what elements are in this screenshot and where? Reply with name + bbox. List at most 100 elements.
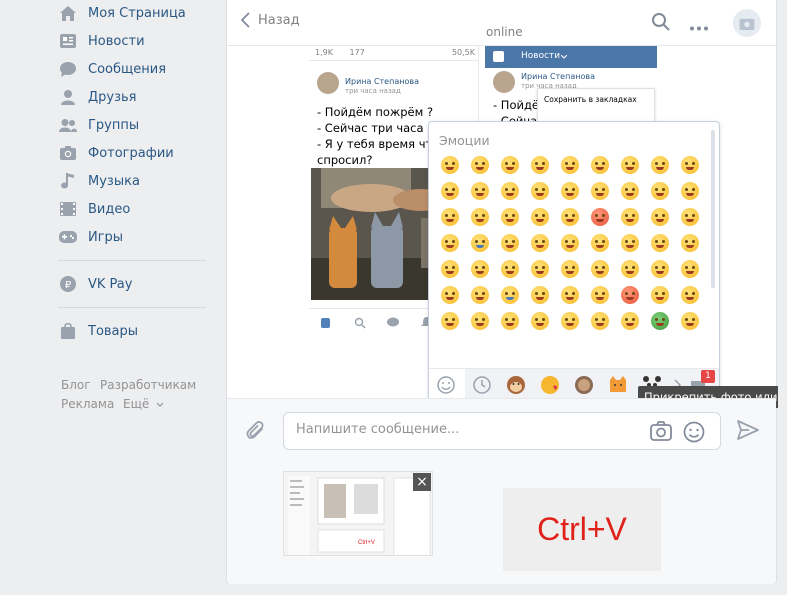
emoji-button[interactable] xyxy=(675,152,705,178)
emoji-button[interactable] xyxy=(495,204,525,230)
sidebar-item-photos[interactable]: Фотографии xyxy=(58,139,174,167)
views-count: 50,5K xyxy=(451,48,475,57)
emoji-button[interactable] xyxy=(495,178,525,204)
emoji-button[interactable] xyxy=(645,178,675,204)
send-icon[interactable] xyxy=(737,420,759,444)
emoji-button[interactable] xyxy=(435,152,465,178)
emoji-button[interactable] xyxy=(525,282,555,308)
sticker-pack-cat[interactable] xyxy=(607,374,629,396)
emoji-button[interactable] xyxy=(435,282,465,308)
emoji-scrollbar[interactable] xyxy=(711,130,715,288)
emoji-button[interactable] xyxy=(615,282,645,308)
sidebar-item-goods[interactable]: Товары xyxy=(58,317,138,345)
message-input-box[interactable] xyxy=(283,412,721,450)
emoji-button[interactable] xyxy=(615,308,645,334)
emoji-button[interactable] xyxy=(465,256,495,282)
emoji-button[interactable] xyxy=(525,256,555,282)
emoji-button[interactable] xyxy=(555,230,585,256)
emoji-button[interactable] xyxy=(435,178,465,204)
search-icon[interactable] xyxy=(651,12,671,36)
emoji-button[interactable] xyxy=(675,230,705,256)
footer-link-developers[interactable]: Разработчикам xyxy=(100,378,196,392)
message-input[interactable] xyxy=(296,422,636,437)
chat-avatar[interactable] xyxy=(733,9,761,37)
emoji-button[interactable] xyxy=(495,256,525,282)
emoji-button[interactable] xyxy=(465,178,495,204)
emoji-button[interactable] xyxy=(465,152,495,178)
emoji-button[interactable] xyxy=(465,308,495,334)
emoji-button[interactable] xyxy=(615,204,645,230)
sidebar-item-vk-pay[interactable]: ₽ VK Pay xyxy=(58,270,132,298)
emoji-button[interactable] xyxy=(555,178,585,204)
footer-link-more[interactable]: Ещё xyxy=(123,397,164,411)
emoji-button[interactable] xyxy=(645,152,675,178)
emoji-tab-smiles[interactable] xyxy=(429,369,465,401)
emoji-button[interactable] xyxy=(585,256,615,282)
emoji-button[interactable] xyxy=(555,282,585,308)
emoji-button[interactable] xyxy=(525,308,555,334)
emoji-button[interactable] xyxy=(615,256,645,282)
emoji-button[interactable] xyxy=(585,230,615,256)
emoji-button[interactable] xyxy=(435,308,465,334)
sidebar-item-games[interactable]: Игры xyxy=(58,223,123,251)
emoji-picker[interactable]: Эмоции 1 xyxy=(428,121,720,401)
sidebar-item-my-page[interactable]: Моя Страница xyxy=(58,0,186,27)
footer-link-blog[interactable]: Блог xyxy=(61,378,91,392)
emoji-button[interactable] xyxy=(675,282,705,308)
sticker-pack-monkey[interactable] xyxy=(505,374,527,396)
emoji-button[interactable] xyxy=(555,152,585,178)
sidebar-item-news[interactable]: Новости xyxy=(58,27,145,55)
emoji-button[interactable] xyxy=(585,308,615,334)
sidebar-item-groups[interactable]: Группы xyxy=(58,111,139,139)
sticker-pack-kiss[interactable] xyxy=(539,374,561,396)
emoji-button[interactable] xyxy=(645,230,675,256)
emoji-button[interactable] xyxy=(525,204,555,230)
emoji-button[interactable] xyxy=(495,230,525,256)
sidebar-item-friends[interactable]: Друзья xyxy=(58,83,137,111)
emoji-button[interactable] xyxy=(465,230,495,256)
emoji-button[interactable] xyxy=(495,282,525,308)
emoji-button[interactable] xyxy=(555,256,585,282)
more-dots-icon[interactable] xyxy=(689,20,709,35)
emoji-button[interactable] xyxy=(615,230,645,256)
footer-link-ads[interactable]: Реклама xyxy=(61,397,114,411)
emoji-button[interactable] xyxy=(615,178,645,204)
emoji-button[interactable] xyxy=(525,178,555,204)
emoji-button[interactable] xyxy=(555,204,585,230)
emoji-tab-recent[interactable] xyxy=(471,374,493,396)
emoji-button[interactable] xyxy=(675,308,705,334)
emoji-button[interactable] xyxy=(435,256,465,282)
emoji-button[interactable] xyxy=(585,178,615,204)
camera-icon[interactable] xyxy=(650,421,672,445)
emoji-button[interactable] xyxy=(585,282,615,308)
emoji-button[interactable] xyxy=(675,204,705,230)
emoji-button[interactable] xyxy=(615,152,645,178)
emoji-button[interactable] xyxy=(495,308,525,334)
paperclip-icon[interactable] xyxy=(245,420,267,446)
emoji-face-icon xyxy=(531,260,549,278)
emoji-button[interactable] xyxy=(645,308,675,334)
emoji-button[interactable] xyxy=(675,256,705,282)
emoji-button[interactable] xyxy=(645,282,675,308)
emoji-button[interactable] xyxy=(675,178,705,204)
emoji-button[interactable] xyxy=(585,204,615,230)
sidebar-item-messages[interactable]: Сообщения xyxy=(58,55,166,83)
emoji-button[interactable] xyxy=(465,204,495,230)
emoji-button[interactable] xyxy=(435,230,465,256)
emoji-button[interactable] xyxy=(435,204,465,230)
back-button[interactable]: Назад xyxy=(241,12,300,28)
sidebar-item-music[interactable]: Музыка xyxy=(58,167,140,195)
remove-attachment-button[interactable]: × xyxy=(413,473,431,491)
emoji-button[interactable] xyxy=(525,230,555,256)
attachment-thumbnail[interactable]: Ctrl+V xyxy=(283,471,433,556)
emoji-button[interactable] xyxy=(585,152,615,178)
emoji-button[interactable] xyxy=(495,152,525,178)
emoji-button[interactable] xyxy=(525,152,555,178)
sticker-pack-cookie[interactable] xyxy=(573,374,595,396)
emoji-button[interactable] xyxy=(555,308,585,334)
sidebar-item-video[interactable]: Видео xyxy=(58,195,130,223)
emoji-button[interactable] xyxy=(645,204,675,230)
emoji-button[interactable] xyxy=(465,282,495,308)
emoji-button[interactable] xyxy=(645,256,675,282)
smile-icon[interactable] xyxy=(683,421,705,447)
